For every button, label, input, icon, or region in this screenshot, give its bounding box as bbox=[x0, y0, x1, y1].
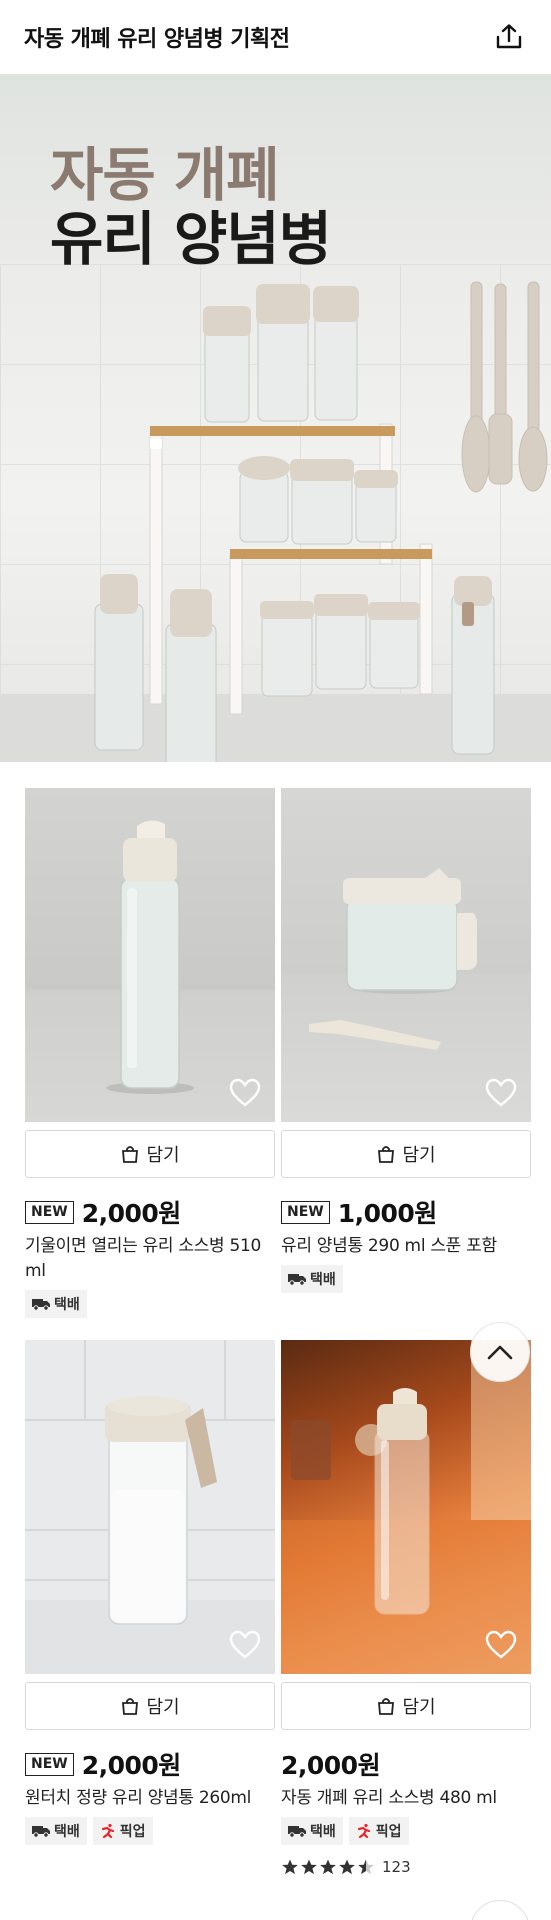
star-icon bbox=[339, 1859, 355, 1875]
hero-banner[interactable]: 자동 개폐 유리 양념병 bbox=[0, 74, 551, 762]
star-rating bbox=[281, 1858, 375, 1876]
floating-button[interactable] bbox=[470, 1900, 530, 1920]
price-row: NEW 2,000원 bbox=[25, 1746, 181, 1782]
tag-pickup-label: 픽업 bbox=[375, 1824, 402, 1840]
star-icon bbox=[282, 1859, 298, 1875]
product-price: 2,000원 bbox=[281, 1751, 381, 1780]
add-to-cart-label: 담기 bbox=[146, 1145, 180, 1166]
product-name[interactable]: 원터치 정량 유리 양념통 260ml bbox=[25, 1786, 275, 1811]
new-badge: NEW bbox=[281, 1200, 330, 1224]
product-image[interactable] bbox=[281, 788, 531, 1122]
add-to-cart-label: 담기 bbox=[402, 1145, 436, 1166]
product-price: 1,000원 bbox=[337, 1199, 438, 1228]
tag-delivery-label: 택배 bbox=[310, 1824, 336, 1840]
shopping-bag-icon bbox=[378, 1698, 395, 1715]
new-badge: NEW bbox=[25, 1752, 74, 1776]
tag-pickup: 픽업 bbox=[348, 1817, 409, 1845]
product-name[interactable]: 자동 개폐 유리 소스병 480 ml bbox=[281, 1786, 531, 1811]
product-name[interactable]: 유리 양념통 290 ml 스푼 포함 bbox=[281, 1234, 531, 1259]
product-name[interactable]: 기울이면 열리는 유리 소스병 510 ml bbox=[25, 1234, 275, 1284]
product-image[interactable] bbox=[281, 1340, 531, 1674]
truck-icon bbox=[288, 1274, 306, 1286]
product-price: 2,000원 bbox=[81, 1751, 182, 1780]
heart-icon[interactable] bbox=[485, 1078, 517, 1108]
heart-icon[interactable] bbox=[229, 1630, 261, 1660]
delivery-tags: 택배 픽업 bbox=[281, 1817, 409, 1845]
add-to-cart-label: 담기 bbox=[146, 1697, 180, 1718]
star-icon bbox=[301, 1859, 317, 1875]
shopping-bag-icon bbox=[122, 1698, 139, 1715]
add-to-cart-button[interactable]: 담기 bbox=[25, 1682, 275, 1730]
product-price: 2,000원 bbox=[81, 1199, 182, 1228]
delivery-tags: 택배 bbox=[25, 1290, 87, 1318]
add-to-cart-button[interactable]: 담기 bbox=[281, 1130, 531, 1178]
add-to-cart-label: 담기 bbox=[402, 1697, 436, 1718]
seasoning-jar-illustration bbox=[309, 868, 477, 1050]
truck-icon bbox=[288, 1826, 306, 1838]
share-button[interactable] bbox=[491, 19, 527, 55]
rating: 123 bbox=[281, 1858, 411, 1876]
tag-pickup-label: 픽업 bbox=[119, 1824, 146, 1840]
truck-icon bbox=[32, 1826, 50, 1838]
star-icon bbox=[358, 1859, 374, 1875]
product-image[interactable] bbox=[25, 788, 275, 1122]
delivery-tags: 택배 픽업 bbox=[25, 1817, 153, 1845]
sauce-bottle-illustration bbox=[106, 820, 194, 1094]
tag-delivery: 택배 bbox=[281, 1265, 343, 1293]
tag-delivery: 택배 bbox=[25, 1817, 87, 1845]
price-row: NEW 2,000원 bbox=[25, 1194, 181, 1230]
sauce-bottle-illustration bbox=[281, 1340, 531, 1674]
tag-pickup: 픽업 bbox=[92, 1817, 153, 1845]
delivery-tags: 택배 bbox=[281, 1265, 343, 1293]
spice-jar-illustration bbox=[25, 1340, 275, 1674]
tag-delivery: 택배 bbox=[281, 1817, 343, 1845]
review-count[interactable]: 123 bbox=[382, 1858, 411, 1876]
chevron-up-icon bbox=[487, 1345, 513, 1360]
hero-product-photo bbox=[0, 281, 551, 762]
star-icon bbox=[320, 1859, 336, 1875]
tag-delivery-label: 택배 bbox=[54, 1297, 80, 1313]
heart-icon[interactable] bbox=[229, 1078, 261, 1108]
price-row: 2,000원 bbox=[281, 1746, 381, 1782]
shopping-bag-icon bbox=[378, 1146, 395, 1163]
add-to-cart-button[interactable]: 담기 bbox=[25, 1130, 275, 1178]
heart-icon[interactable] bbox=[485, 1630, 517, 1660]
top-bar: 자동 개폐 유리 양념병 기획전 bbox=[0, 0, 551, 74]
product-image[interactable] bbox=[25, 1340, 275, 1674]
truck-icon bbox=[32, 1299, 50, 1311]
pickup-runner-icon bbox=[101, 1823, 114, 1839]
scroll-top-button[interactable] bbox=[470, 1322, 530, 1382]
share-icon bbox=[496, 24, 522, 49]
price-row: NEW 1,000원 bbox=[281, 1194, 437, 1230]
new-badge: NEW bbox=[25, 1200, 74, 1224]
pickup-runner-icon bbox=[357, 1823, 370, 1839]
shopping-bag-icon bbox=[122, 1146, 139, 1163]
page-title: 자동 개폐 유리 양념병 기획전 bbox=[24, 27, 290, 52]
add-to-cart-button[interactable]: 담기 bbox=[281, 1682, 531, 1730]
tag-delivery-label: 택배 bbox=[54, 1824, 80, 1840]
tag-delivery: 택배 bbox=[25, 1290, 87, 1318]
tag-delivery-label: 택배 bbox=[310, 1272, 336, 1288]
